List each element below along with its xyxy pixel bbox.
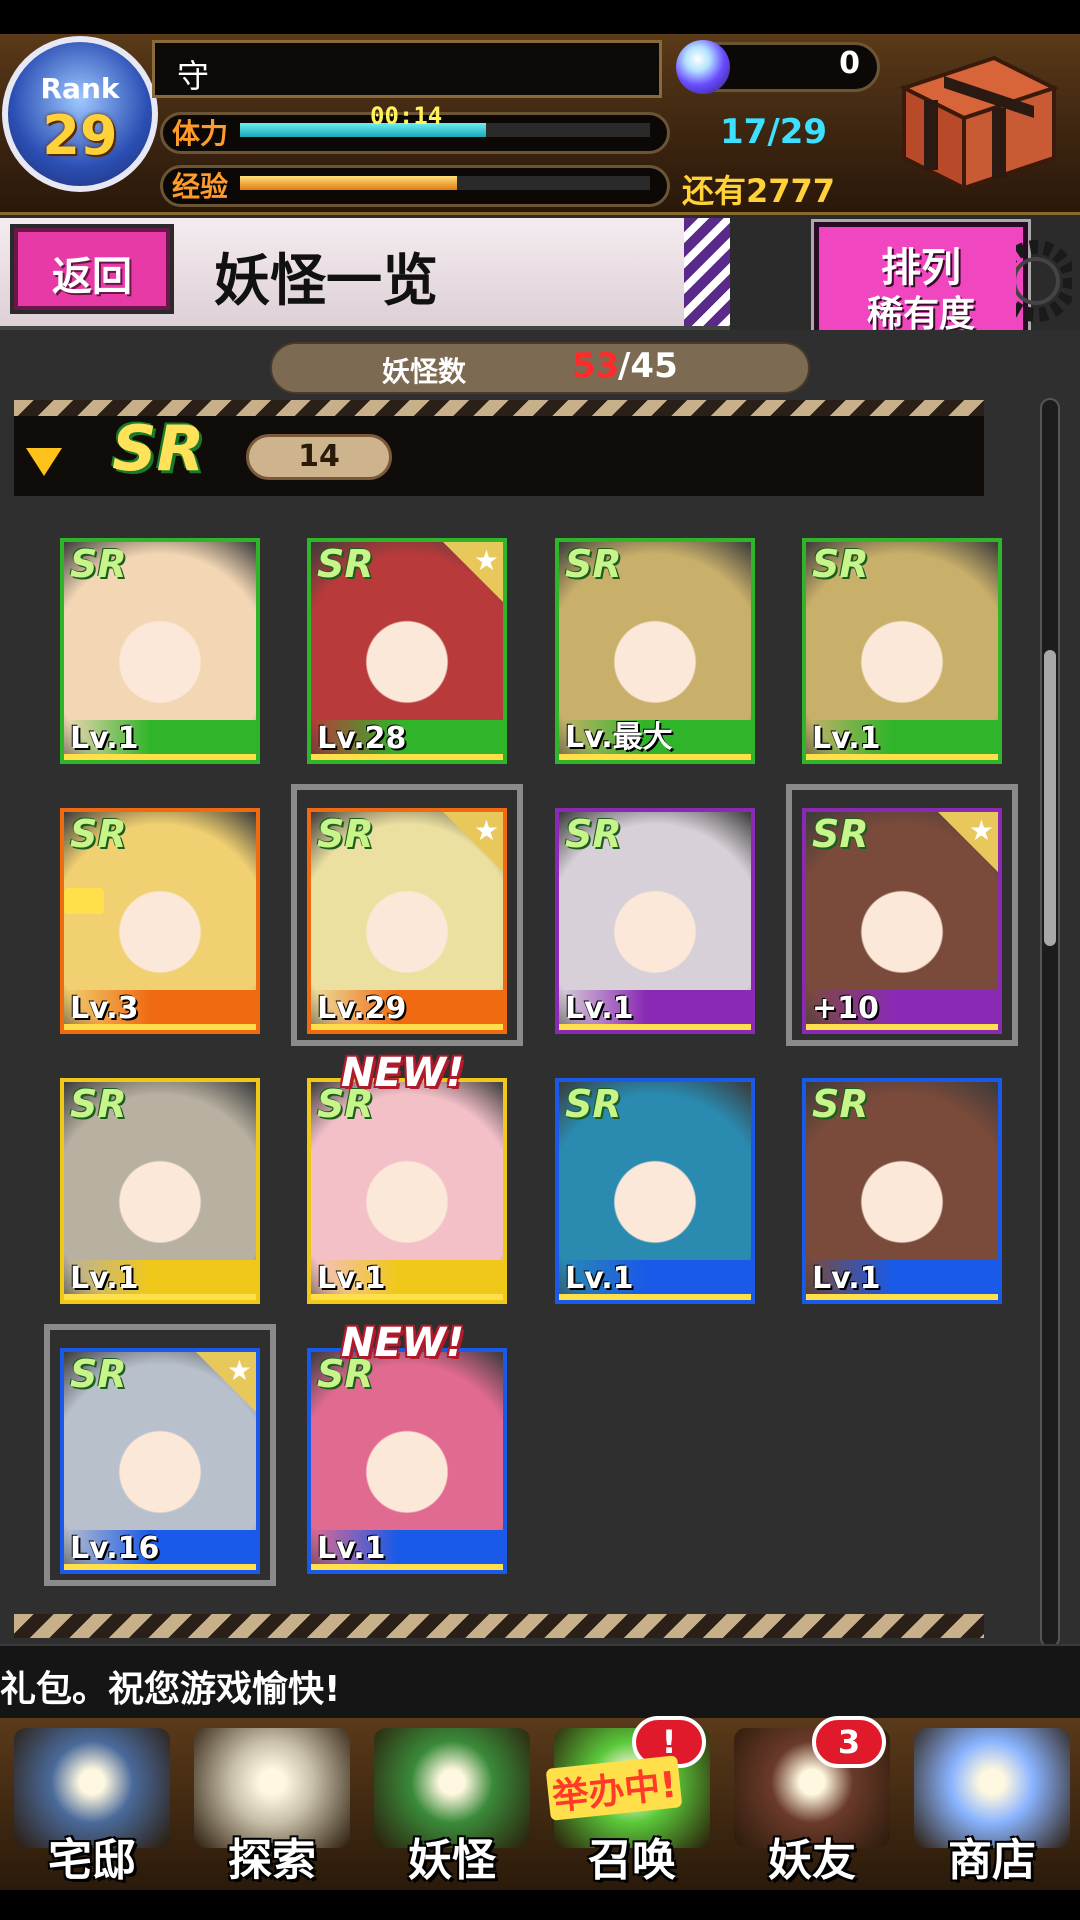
card-rarity-label: SR xyxy=(317,812,374,856)
card-level: Lv.1 xyxy=(70,721,139,756)
card-level: Lv.1 xyxy=(317,1531,386,1566)
title-decoration xyxy=(684,218,730,326)
back-button-label: 返回 xyxy=(52,254,132,300)
card-level: Lv.1 xyxy=(317,1261,386,1296)
stamina-bar-fill xyxy=(240,123,486,137)
card-level: Lv.1 xyxy=(812,721,881,756)
news-ticker: 礼包。祝您游戏愉快! xyxy=(0,1644,1080,1720)
nav-button-3[interactable]: 妖怪 xyxy=(364,1722,540,1888)
player-name: 守 xyxy=(177,57,210,95)
nav-label: 妖怪 xyxy=(408,1835,496,1886)
card-rarity-label: SR xyxy=(565,812,622,856)
star-icon: ★ xyxy=(226,1354,252,1387)
player-name-box: 守 xyxy=(152,40,662,98)
card-level: Lv.1 xyxy=(812,1261,881,1296)
monster-card[interactable]: ★ SR +10 xyxy=(802,808,1002,1034)
monster-count-label: 妖怪数 xyxy=(382,355,467,388)
section-count: 14 xyxy=(298,439,340,474)
notification-badge: 3 xyxy=(812,1716,886,1768)
monster-card[interactable]: ★ SR Lv.28 xyxy=(307,538,507,764)
nav-label: 召唤 xyxy=(588,1835,676,1886)
scrollbar-thumb[interactable] xyxy=(1044,650,1056,946)
section-divider-next xyxy=(14,1614,984,1638)
stamina-label: 体力 xyxy=(172,117,229,150)
card-rarity-label: SR xyxy=(812,542,869,586)
stamina-timer: 00:14 xyxy=(370,102,443,130)
card-rarity-label: SR xyxy=(70,542,127,586)
card-level: Lv.3 xyxy=(70,991,139,1026)
monster-card[interactable]: SR Lv.1 xyxy=(307,1078,507,1304)
lock-icon xyxy=(64,888,104,914)
device-nav-bar xyxy=(0,1890,1080,1920)
star-icon: ★ xyxy=(968,814,994,847)
star-icon: ★ xyxy=(473,544,499,577)
monster-count-max: /45 xyxy=(618,346,678,386)
card-level: Lv.1 xyxy=(565,991,634,1026)
card-level: Lv.最大 xyxy=(565,720,673,755)
exp-label: 经验 xyxy=(172,170,229,203)
monster-card[interactable]: ★ SR Lv.16 xyxy=(60,1348,260,1574)
orb-count: 0 xyxy=(839,46,860,81)
monster-card[interactable]: ★ SR Lv.29 xyxy=(307,808,507,1034)
card-rarity-label: SR xyxy=(565,542,622,586)
gear-icon xyxy=(1016,240,1072,322)
monster-card[interactable]: SR Lv.最大 xyxy=(555,538,755,764)
back-button[interactable]: 返回 xyxy=(10,224,174,314)
monster-count-owned: 53 xyxy=(572,346,620,386)
card-rarity-label: SR xyxy=(70,1082,127,1126)
card-rarity-label: SR xyxy=(812,812,869,856)
device-status-bar xyxy=(0,0,1080,34)
nav-button-6[interactable]: 商店 xyxy=(904,1722,1080,1888)
sort-button[interactable]: 排列 稀有度 xyxy=(811,219,1031,345)
monster-card[interactable]: SR Lv.3 xyxy=(60,808,260,1034)
rank-label: Rank xyxy=(40,72,120,105)
exp-remaining: 还有2777 xyxy=(682,172,836,210)
nav-label: 宅邸 xyxy=(48,1835,136,1886)
card-level: Lv.29 xyxy=(317,991,407,1026)
card-rarity-label: SR xyxy=(565,1082,622,1126)
monster-card[interactable]: SR Lv.1 xyxy=(60,538,260,764)
monster-card[interactable]: SR Lv.1 xyxy=(802,538,1002,764)
spirit-orb-icon xyxy=(676,40,730,94)
card-level: Lv.1 xyxy=(70,1261,139,1296)
card-level: +10 xyxy=(812,991,879,1026)
ticker-text: 礼包。祝您游戏愉快! xyxy=(0,1669,341,1710)
nav-button-2[interactable]: 探索 xyxy=(184,1722,360,1888)
card-rarity-label: SR xyxy=(317,542,374,586)
card-rarity-label: SR xyxy=(70,812,127,856)
nav-button-1[interactable]: 宅邸 xyxy=(4,1722,180,1888)
exp-bar-fill xyxy=(240,176,458,190)
card-rarity-label: SR xyxy=(70,1352,127,1396)
page-title: 妖怪一览 xyxy=(214,248,438,314)
section-count-pill: 14 xyxy=(246,434,392,480)
nav-label: 商店 xyxy=(948,1835,1036,1886)
gift-box-icon[interactable] xyxy=(884,48,1064,198)
new-badge: NEW! xyxy=(341,1050,465,1096)
card-rarity-label: SR xyxy=(812,1082,869,1126)
rank-badge: Rank 29 xyxy=(2,36,158,192)
nav-label: 探索 xyxy=(228,1835,316,1886)
monster-card[interactable]: SR Lv.1 xyxy=(802,1078,1002,1304)
card-level: Lv.16 xyxy=(70,1531,160,1566)
nav-button-5[interactable]: 妖友 3 xyxy=(724,1716,900,1888)
scrollbar-track[interactable] xyxy=(1040,398,1060,1648)
collapse-triangle-icon[interactable] xyxy=(26,448,62,476)
star-icon: ★ xyxy=(473,814,499,847)
monster-card[interactable]: SR Lv.1 xyxy=(555,1078,755,1304)
card-level: Lv.28 xyxy=(317,721,407,756)
monster-card[interactable]: SR Lv.1 xyxy=(555,808,755,1034)
monster-count-pill: 妖怪数 53 /45 xyxy=(270,342,810,394)
stamina-count: 17/29 xyxy=(720,112,828,152)
monster-card[interactable]: SR Lv.1 xyxy=(60,1078,260,1304)
monster-card[interactable]: SR Lv.1 xyxy=(307,1348,507,1574)
new-badge: NEW! xyxy=(341,1320,465,1366)
section-rarity-label: SR xyxy=(112,412,205,485)
nav-label: 妖友 xyxy=(768,1835,856,1886)
rank-number: 29 xyxy=(42,104,118,167)
card-level: Lv.1 xyxy=(565,1261,634,1296)
